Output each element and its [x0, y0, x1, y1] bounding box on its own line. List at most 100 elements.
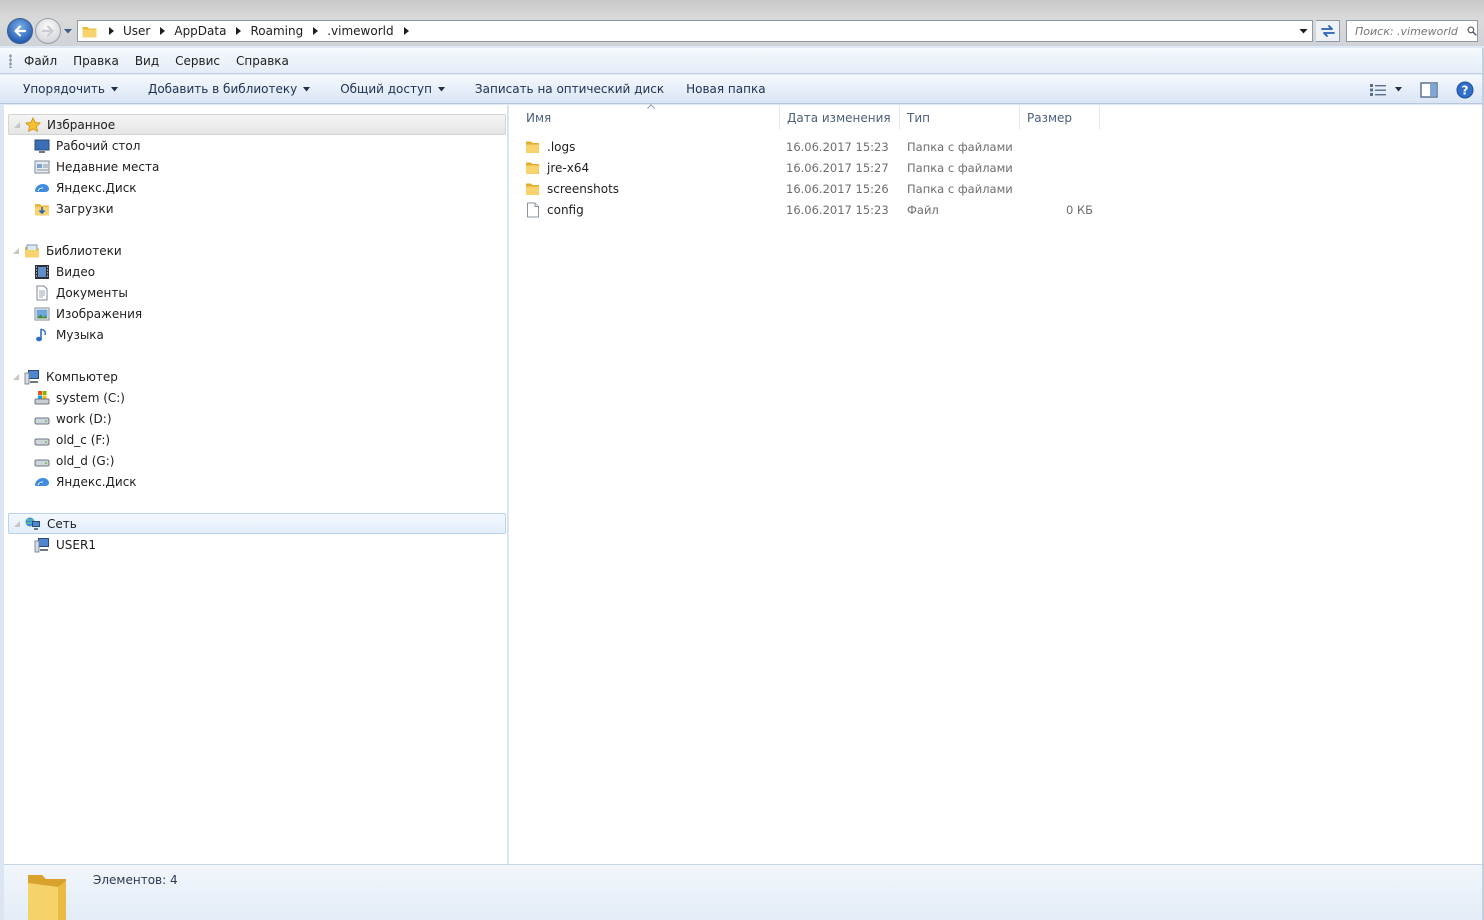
file-date: 16.06.2017 15:27 — [786, 160, 889, 175]
documents-icon — [36, 285, 48, 300]
refresh-button[interactable] — [1316, 20, 1340, 42]
nav-item-label: Недавние места — [56, 159, 160, 174]
file-row[interactable]: config 16.06.2017 15:23 Файл 0 КБ — [525, 199, 1145, 220]
share-label: Общий доступ — [340, 82, 432, 96]
collapse-triangle-icon[interactable] — [12, 373, 20, 381]
nav-group-libraries[interactable]: Библиотеки — [8, 240, 506, 261]
new-folder-button[interactable]: Новая папка — [677, 77, 774, 101]
nav-group-label: Компьютер — [46, 369, 118, 384]
file-list[interactable]: Имя Дата изменения Тип Размер .logs 16.0… — [509, 104, 1483, 864]
file-name: .logs — [547, 139, 576, 154]
recent-pages-dropdown-icon[interactable] — [63, 26, 73, 36]
breadcrumb-vimeworld[interactable]: .vimeworld — [327, 21, 417, 41]
burn-disc-button[interactable]: Записать на оптический диск — [466, 77, 673, 101]
column-header-label: Размер — [1027, 110, 1073, 125]
preview-pane-icon[interactable] — [1420, 81, 1438, 98]
file-row[interactable]: screenshots 16.06.2017 15:26 Папка с фай… — [525, 178, 1145, 199]
chevron-down-icon — [437, 86, 445, 91]
nav-group-network[interactable]: Сеть — [8, 513, 506, 534]
nav-item-recent-places[interactable]: Недавние места — [34, 156, 504, 177]
column-header-type[interactable]: Тип — [900, 105, 1020, 130]
nav-item-music[interactable]: Музыка — [34, 324, 504, 345]
address-bar: User AppData Roaming .vimeworld — [0, 0, 1484, 46]
file-date: 16.06.2017 15:26 — [786, 181, 889, 196]
folder-icon — [82, 26, 97, 37]
address-history-dropdown-icon[interactable] — [1299, 27, 1308, 35]
file-row[interactable]: jre-x64 16.06.2017 15:27 Папка с файлами — [525, 157, 1145, 178]
network-icon — [25, 517, 40, 530]
system-drive-icon — [34, 390, 50, 404]
chevron-right-icon[interactable] — [160, 27, 166, 35]
nav-item-video[interactable]: Видео — [34, 261, 504, 282]
back-button[interactable] — [7, 18, 33, 44]
address-field[interactable]: User AppData Roaming .vimeworld — [77, 20, 1313, 42]
organize-button[interactable]: Упорядочить — [14, 77, 127, 101]
chevron-right-icon — [109, 27, 114, 35]
folder-icon — [526, 183, 540, 195]
nav-item-drive-c[interactable]: system (C:) — [34, 387, 504, 408]
column-header-date[interactable]: Дата изменения — [780, 105, 900, 130]
breadcrumb-appdata[interactable]: AppData — [174, 21, 250, 41]
share-button[interactable]: Общий доступ — [331, 77, 454, 101]
command-bar: Упорядочить Добавить в библиотеку Общий … — [0, 75, 1484, 104]
column-header-label: Дата изменения — [787, 110, 891, 125]
nav-group-favorites[interactable]: Избранное — [8, 114, 506, 135]
recent-places-icon — [34, 160, 50, 173]
search-icon[interactable] — [1467, 24, 1477, 38]
help-icon[interactable]: ? — [1456, 81, 1474, 99]
nav-item-yandex-disk-computer[interactable]: Яндекс.Диск — [34, 471, 504, 492]
search-input[interactable] — [1355, 22, 1465, 40]
nav-item-user1[interactable]: USER1 — [34, 534, 504, 555]
breadcrumb-label: .vimeworld — [327, 24, 394, 38]
nav-item-drive-f[interactable]: old_c (F:) — [34, 429, 504, 450]
nav-item-drive-d[interactable]: work (D:) — [34, 408, 504, 429]
nav-item-documents[interactable]: Документы — [34, 282, 504, 303]
navigation-pane[interactable]: Избранное Рабочий стол Недавние места Ян… — [4, 105, 508, 864]
chevron-right-icon[interactable] — [403, 27, 410, 35]
breadcrumb-root-arrow[interactable] — [105, 21, 123, 41]
nav-item-drive-g[interactable]: old_d (G:) — [34, 450, 504, 471]
column-header-name[interactable]: Имя — [519, 105, 780, 130]
nav-item-downloads[interactable]: Загрузки — [34, 198, 504, 219]
collapse-triangle-icon[interactable] — [12, 247, 20, 255]
menu-help[interactable]: Справка — [228, 50, 297, 72]
menu-view[interactable]: Вид — [127, 50, 167, 72]
add-to-library-button[interactable]: Добавить в библиотеку — [139, 77, 319, 101]
breadcrumb-roaming[interactable]: Roaming — [250, 21, 327, 41]
search-box[interactable] — [1346, 20, 1478, 42]
nav-item-label: USER1 — [56, 537, 96, 552]
breadcrumb-user[interactable]: User — [123, 21, 174, 41]
downloads-folder-icon — [35, 203, 49, 215]
breadcrumb-label: Roaming — [250, 24, 304, 38]
menu-edit[interactable]: Правка — [65, 50, 127, 72]
computer-icon — [24, 369, 39, 384]
collapse-triangle-icon[interactable] — [13, 520, 21, 528]
file-row[interactable]: .logs 16.06.2017 15:23 Папка с файлами — [525, 136, 1145, 157]
forward-button[interactable] — [35, 18, 61, 44]
menu-file[interactable]: Файл — [16, 50, 65, 72]
new-folder-label: Новая папка — [686, 82, 766, 96]
nav-item-label: Изображения — [56, 306, 143, 321]
folder-icon — [526, 162, 540, 174]
chevron-down-icon — [110, 86, 118, 91]
file-name: jre-x64 — [547, 160, 590, 175]
nav-item-pictures[interactable]: Изображения — [34, 303, 504, 324]
nav-group-computer[interactable]: Компьютер — [8, 366, 506, 387]
nav-item-yandex-disk[interactable]: Яндекс.Диск — [34, 177, 504, 198]
file-date: 16.06.2017 15:23 — [786, 139, 889, 154]
chevron-right-icon[interactable] — [313, 27, 319, 35]
chevron-right-icon[interactable] — [236, 27, 242, 35]
nav-item-label: old_c (F:) — [56, 432, 111, 447]
nav-item-desktop[interactable]: Рабочий стол — [34, 135, 504, 156]
star-icon — [25, 116, 41, 132]
change-view-button[interactable] — [1360, 79, 1406, 101]
details-pane: Элементов: 4 — [4, 864, 1484, 920]
arrow-left-icon — [14, 25, 27, 37]
column-header-size[interactable]: Размер — [1020, 105, 1100, 130]
yandex-disk-icon — [35, 183, 49, 192]
menu-tools[interactable]: Сервис — [167, 50, 228, 72]
nav-group-label: Библиотеки — [46, 243, 122, 258]
nav-item-label: Документы — [56, 285, 128, 300]
collapse-triangle-icon[interactable] — [13, 121, 21, 129]
nav-group-label: Избранное — [47, 117, 116, 132]
